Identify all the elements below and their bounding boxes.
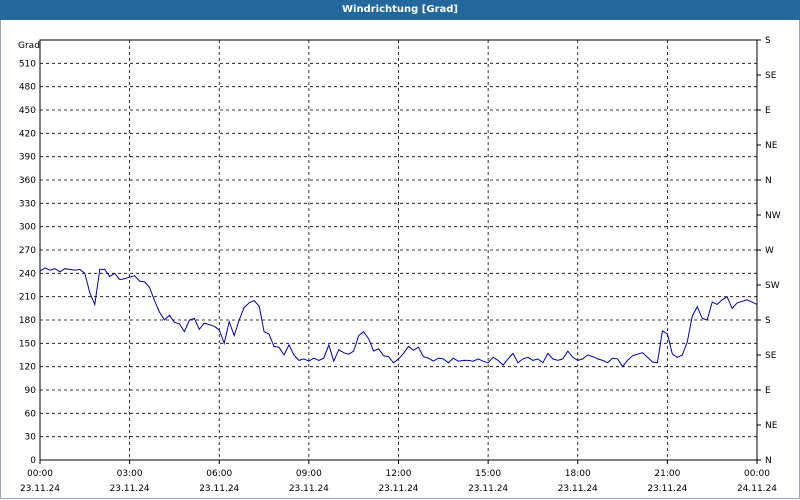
right-tick-label: SW bbox=[765, 281, 780, 291]
right-tick-label: S bbox=[765, 36, 771, 46]
x-tick-date: 23.11.24 bbox=[289, 484, 329, 494]
x-tick-time: 12:00 bbox=[386, 469, 412, 479]
y-tick-label: 330 bbox=[19, 199, 36, 209]
x-tick-date: 23.11.24 bbox=[647, 484, 687, 494]
y-tick-label: 150 bbox=[19, 339, 36, 349]
y-tick-label: 90 bbox=[25, 386, 37, 396]
x-tick-date: 23.11.24 bbox=[110, 484, 150, 494]
right-tick-label: S bbox=[765, 316, 771, 326]
x-tick-date: 23.11.24 bbox=[558, 484, 598, 494]
y-axis-label: Grad bbox=[18, 41, 40, 51]
right-tick-label: N bbox=[765, 176, 772, 186]
y-tick-label: 390 bbox=[19, 153, 36, 163]
y-axis-left: 0 30 60 90 120 150 180 210 240 270 300 330 360 390 420… bbox=[19, 59, 36, 466]
right-tick-label: NW bbox=[765, 211, 781, 221]
y-tick-label: 240 bbox=[19, 269, 36, 279]
y-axis-right: N NE E SE S SW W NW N NE E SE S bbox=[757, 36, 781, 466]
y-tick-label: 30 bbox=[25, 433, 37, 443]
y-tick-label: 510 bbox=[19, 59, 36, 69]
y-tick-label: 360 bbox=[19, 176, 36, 186]
x-tick-time: 06:00 bbox=[206, 469, 232, 479]
y-tick-label: 480 bbox=[19, 83, 36, 93]
x-tick-date: 23.11.24 bbox=[468, 484, 508, 494]
x-tick-time: 15:00 bbox=[475, 469, 501, 479]
x-tick-date: 23.11.24 bbox=[20, 484, 60, 494]
y-tick-label: 450 bbox=[19, 106, 36, 116]
x-tick-time: 21:00 bbox=[654, 469, 680, 479]
right-tick-label: NE bbox=[765, 421, 778, 431]
right-tick-label: SE bbox=[765, 351, 777, 361]
x-tick-date: 24.11.24 bbox=[737, 484, 777, 494]
y-tick-label: 300 bbox=[19, 223, 36, 233]
y-tick-label: 180 bbox=[19, 316, 36, 326]
x-tick-time: 00:00 bbox=[27, 469, 53, 479]
x-tick-time: 18:00 bbox=[565, 469, 591, 479]
x-tick-time: 09:00 bbox=[296, 469, 322, 479]
right-tick-label: NE bbox=[765, 141, 778, 151]
right-tick-label: E bbox=[765, 106, 771, 116]
x-axis: 00:00 23.11.24 03:00 23.11.24 06:00 23.11.24 0… bbox=[20, 460, 777, 494]
right-tick-label: W bbox=[765, 246, 774, 256]
y-tick-label: 120 bbox=[19, 363, 36, 373]
x-tick-date: 23.11.24 bbox=[378, 484, 418, 494]
y-tick-label: 420 bbox=[19, 129, 36, 139]
y-tick-label: 210 bbox=[19, 293, 36, 303]
right-tick-label: N bbox=[765, 456, 772, 466]
x-tick-time: 00:00 bbox=[744, 469, 770, 479]
right-tick-label: SE bbox=[765, 71, 777, 81]
wind-direction-chart: 0 30 60 90 120 150 180 210 240 270 300 330 360 390 420… bbox=[18, 36, 781, 494]
x-tick-time: 03:00 bbox=[117, 469, 143, 479]
x-tick-date: 23.11.24 bbox=[199, 484, 239, 494]
y-tick-label: 60 bbox=[25, 409, 37, 419]
right-tick-label: E bbox=[765, 386, 771, 396]
grid-lines bbox=[40, 40, 757, 460]
y-tick-label: 0 bbox=[30, 456, 36, 466]
y-tick-label: 270 bbox=[19, 246, 36, 256]
